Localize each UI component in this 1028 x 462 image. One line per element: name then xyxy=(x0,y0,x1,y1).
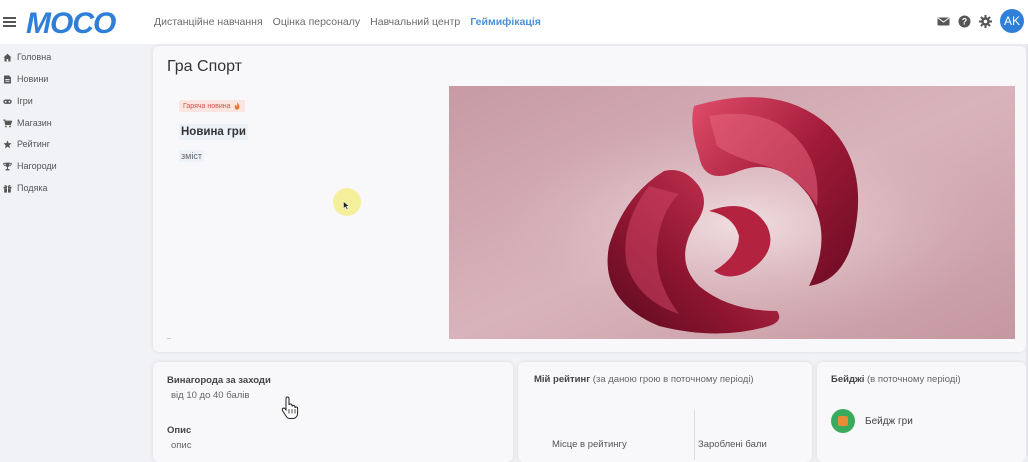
earned-points-label: Зароблені бали xyxy=(698,439,767,450)
sidebar-item-news[interactable]: Новини xyxy=(3,74,48,84)
description-text: опис xyxy=(171,440,192,451)
sidebar-item-label: Подяка xyxy=(17,183,48,193)
fire-icon xyxy=(234,102,239,110)
sidebar-item-shop[interactable]: Магазин xyxy=(3,118,52,128)
badges-card: Бейджі (в поточному періоді) Бейдж гри xyxy=(817,362,1026,462)
rating-place-label: Місце в рейтингу xyxy=(552,439,627,450)
badges-title-bold: Бейджі xyxy=(831,374,865,385)
sidebar-item-label: Рейтинг xyxy=(17,139,51,149)
moco-logo[interactable]: MOCO xyxy=(24,5,128,39)
rating-title: Мій рейтинг (за даною грою в поточному п… xyxy=(534,374,754,385)
award-card: Винагорода за заходи від 10 до 40 балів … xyxy=(153,362,513,462)
badge-item[interactable]: Бейдж гри xyxy=(831,409,913,433)
sidebar: Головна Новини Ігри Магазин Рейтинг Наго… xyxy=(0,44,148,456)
sidebar-item-awards[interactable]: Нагороди xyxy=(3,161,57,171)
game-banner-image xyxy=(449,86,1015,339)
page-title: Гра Спорт xyxy=(167,58,242,75)
news-content: зміст xyxy=(179,150,204,162)
top-nav: Дистанційне навчання Оцінка персоналу На… xyxy=(154,16,541,28)
svg-text:MOCO: MOCO xyxy=(26,7,116,39)
cursor-icon xyxy=(343,200,350,212)
sidebar-item-home[interactable]: Головна xyxy=(3,52,51,62)
settings-icon[interactable] xyxy=(979,14,992,28)
news-icon xyxy=(4,75,11,83)
sidebar-item-label: Головна xyxy=(17,52,52,62)
sidebar-item-label: Новини xyxy=(17,74,49,84)
description-title: Опис xyxy=(167,425,192,436)
cart-icon xyxy=(3,118,12,127)
hand-cursor-icon xyxy=(281,396,299,419)
badge-icon xyxy=(831,409,855,433)
hot-news-label: Гаряча новина xyxy=(183,102,231,110)
sidebar-item-label: Магазин xyxy=(17,118,52,128)
game-card: Гра Спорт Гаряча новина Новина гри зміст… xyxy=(153,46,1026,352)
nav-personnel-assessment[interactable]: Оцінка персоналу xyxy=(273,16,360,28)
mail-icon[interactable] xyxy=(937,15,950,28)
news-title[interactable]: Новина гри xyxy=(179,124,248,140)
rating-title-bold: Мій рейтинг xyxy=(534,374,591,385)
sidebar-item-thanks[interactable]: Подяка xyxy=(3,183,48,193)
nav-gamification[interactable]: Геймифікація xyxy=(470,16,541,28)
sidebar-item-label: Нагороди xyxy=(17,161,57,171)
user-avatar[interactable]: AK xyxy=(1000,9,1024,33)
award-range: від 10 до 40 балів xyxy=(171,390,250,401)
divider xyxy=(694,410,695,460)
home-icon xyxy=(3,53,12,61)
games-icon xyxy=(3,99,12,104)
gift-icon xyxy=(3,184,12,193)
sidebar-item-rating[interactable]: Рейтинг xyxy=(3,139,50,149)
trophy-icon xyxy=(3,162,12,170)
rating-card: Мій рейтинг (за даною грою в поточному п… xyxy=(518,362,812,462)
caret-marker: _ xyxy=(167,332,171,339)
header-actions: ? AK xyxy=(937,9,1024,33)
hot-news-badge: Гаряча новина xyxy=(179,100,245,112)
svg-text:?: ? xyxy=(962,16,968,26)
rating-title-rest: (за даною грою в поточному періоді) xyxy=(590,374,754,385)
sidebar-item-games[interactable]: Ігри xyxy=(3,96,33,106)
nav-training-center[interactable]: Навчальний центр xyxy=(370,16,460,28)
menu-icon[interactable] xyxy=(3,17,16,27)
star-icon xyxy=(3,139,12,148)
award-title: Винагорода за заходи xyxy=(167,375,271,386)
badge-label: Бейдж гри xyxy=(865,415,913,427)
sidebar-item-label: Ігри xyxy=(17,96,33,106)
top-bar: MOCO Дистанційне навчання Оцінка персона… xyxy=(0,0,1028,44)
nav-distance-learning[interactable]: Дистанційне навчання xyxy=(154,16,263,28)
badges-title-rest: (в поточному періоді) xyxy=(864,374,961,385)
help-icon[interactable]: ? xyxy=(958,15,971,28)
badges-title: Бейджі (в поточному періоді) xyxy=(831,374,961,385)
